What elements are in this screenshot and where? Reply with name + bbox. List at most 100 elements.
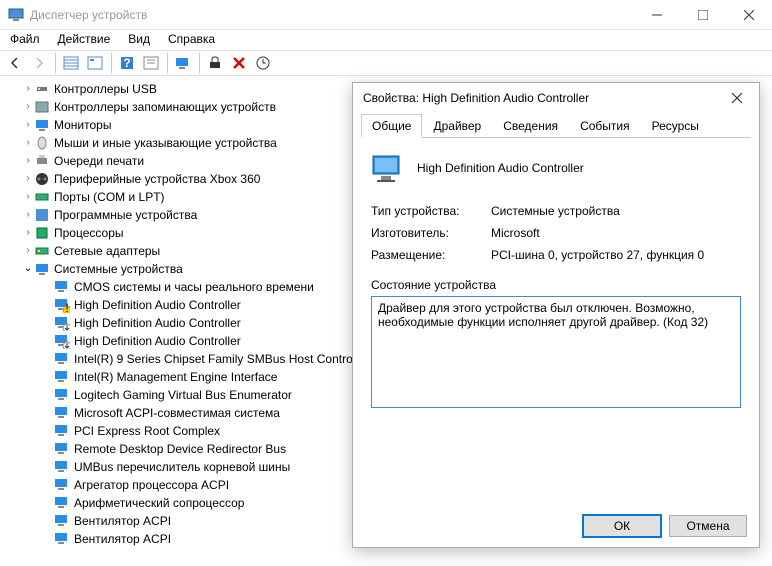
- value-manufacturer: Microsoft: [491, 226, 540, 240]
- tab-general[interactable]: Общие: [361, 114, 422, 138]
- tab-driver[interactable]: Драйвер: [422, 114, 492, 138]
- category-icon: [34, 189, 50, 205]
- device-status-textarea[interactable]: [371, 296, 741, 408]
- cancel-button[interactable]: Отмена: [669, 515, 747, 537]
- close-button[interactable]: [726, 0, 772, 30]
- dialog-close-button[interactable]: [719, 84, 755, 112]
- tree-label: High Definition Audio Controller: [74, 332, 241, 350]
- device-icon: [54, 315, 70, 331]
- window-title: Диспетчер устройств: [30, 8, 634, 22]
- tree-label: Мониторы: [54, 116, 111, 134]
- tab-events[interactable]: События: [569, 114, 641, 138]
- chevron-right-icon[interactable]: ›: [22, 242, 34, 260]
- device-icon: [54, 459, 70, 475]
- chevron-right-icon[interactable]: ›: [22, 224, 34, 242]
- tree-label: Вентилятор ACPI: [74, 530, 171, 548]
- chevron-down-icon[interactable]: ⌄: [22, 260, 34, 278]
- forward-button[interactable]: [28, 52, 50, 74]
- ok-button[interactable]: ОК: [583, 515, 661, 537]
- properties-button[interactable]: [84, 52, 106, 74]
- chevron-right-icon[interactable]: ›: [22, 188, 34, 206]
- enable-button[interactable]: [204, 52, 226, 74]
- details-button[interactable]: [140, 52, 162, 74]
- tree-label: Вентилятор ACPI: [74, 512, 171, 530]
- menu-file[interactable]: Файл: [10, 32, 40, 48]
- category-icon: [34, 261, 50, 277]
- update-driver-button[interactable]: [252, 52, 274, 74]
- value-device-type: Системные устройства: [491, 204, 620, 218]
- category-icon: [34, 207, 50, 223]
- tree-label: Контроллеры USB: [54, 80, 157, 98]
- dialog-titlebar: Свойства: High Definition Audio Controll…: [353, 83, 759, 113]
- category-icon: [34, 225, 50, 241]
- device-icon: [54, 531, 70, 547]
- chevron-right-icon[interactable]: ›: [22, 206, 34, 224]
- tree-label: High Definition Audio Controller: [74, 314, 241, 332]
- tree-label: Системные устройства: [54, 260, 183, 278]
- device-icon: [54, 369, 70, 385]
- chevron-right-icon[interactable]: ›: [22, 170, 34, 188]
- menu-action[interactable]: Действие: [58, 32, 111, 48]
- category-icon: [34, 171, 50, 187]
- category-icon: [34, 117, 50, 133]
- device-icon: [54, 513, 70, 529]
- device-icon: [54, 495, 70, 511]
- separator: [198, 52, 200, 74]
- svg-text:!: !: [65, 301, 68, 313]
- label-device-status: Состояние устройства: [371, 278, 741, 292]
- tree-label: High Definition Audio Controller: [74, 296, 241, 314]
- tree-label: UMBus перечислитель корневой шины: [74, 458, 290, 476]
- device-icon: [54, 279, 70, 295]
- back-button[interactable]: [4, 52, 26, 74]
- tree-label: Порты (COM и LPT): [54, 188, 165, 206]
- scan-button[interactable]: [172, 52, 194, 74]
- tab-resources[interactable]: Ресурсы: [641, 114, 710, 138]
- help-button[interactable]: ?: [116, 52, 138, 74]
- device-name: High Definition Audio Controller: [417, 161, 584, 175]
- chevron-right-icon[interactable]: ›: [22, 116, 34, 134]
- chevron-right-icon[interactable]: ›: [22, 98, 34, 116]
- category-icon: [34, 81, 50, 97]
- category-icon: [34, 135, 50, 151]
- tree-label: Microsoft ACPI-совместимая система: [74, 404, 280, 422]
- maximize-button[interactable]: [680, 0, 726, 30]
- tree-label: Очереди печати: [54, 152, 144, 170]
- tree-label: CMOS системы и часы реального времени: [74, 278, 314, 296]
- menu-view[interactable]: Вид: [128, 32, 150, 48]
- tree-label: Intel(R) 9 Series Chipset Family SMBus H…: [74, 350, 353, 368]
- tab-details[interactable]: Сведения: [492, 114, 569, 138]
- tree-label: Арифметический сопроцессор: [74, 494, 244, 512]
- separator: [110, 52, 112, 74]
- dialog-title: Свойства: High Definition Audio Controll…: [363, 91, 719, 105]
- category-icon: [34, 153, 50, 169]
- tree-label: Remote Desktop Device Redirector Bus: [74, 440, 286, 458]
- separator: [54, 52, 56, 74]
- uninstall-button[interactable]: [228, 52, 250, 74]
- chevron-right-icon[interactable]: ›: [22, 152, 34, 170]
- toolbar: ?: [0, 50, 772, 76]
- menu-help[interactable]: Справка: [168, 32, 215, 48]
- label-device-type: Тип устройства:: [371, 204, 491, 218]
- tree-label: Logitech Gaming Virtual Bus Enumerator: [74, 386, 292, 404]
- device-icon: [371, 152, 403, 184]
- category-icon: [34, 243, 50, 259]
- label-location: Размещение:: [371, 248, 491, 262]
- chevron-right-icon[interactable]: ›: [22, 134, 34, 152]
- minimize-button[interactable]: [634, 0, 680, 30]
- tree-label: Контроллеры запоминающих устройств: [54, 98, 276, 116]
- device-icon: [54, 405, 70, 421]
- titlebar: Диспетчер устройств: [0, 0, 772, 30]
- tree-label: Агрегатор процессора ACPI: [74, 476, 229, 494]
- show-hidden-button[interactable]: [60, 52, 82, 74]
- menubar: Файл Действие Вид Справка: [0, 30, 772, 50]
- value-location: PCI-шина 0, устройство 27, функция 0: [491, 248, 704, 262]
- device-icon: [54, 477, 70, 493]
- dialog-tabs: Общие Драйвер Сведения События Ресурсы: [361, 113, 751, 138]
- tree-label: Мыши и иные указывающие устройства: [54, 134, 277, 152]
- svg-text:?: ?: [123, 56, 130, 70]
- properties-dialog: Свойства: High Definition Audio Controll…: [352, 82, 760, 548]
- label-manufacturer: Изготовитель:: [371, 226, 491, 240]
- device-icon: [54, 333, 70, 349]
- category-icon: [34, 99, 50, 115]
- chevron-right-icon[interactable]: ›: [22, 80, 34, 98]
